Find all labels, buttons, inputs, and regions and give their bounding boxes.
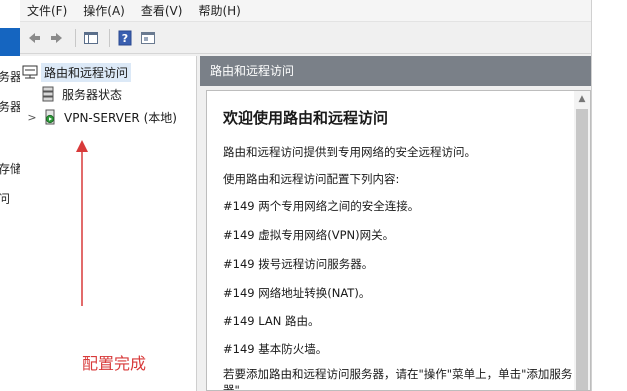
welcome-line: 使用路由和远程访问配置下列内容: <box>223 172 400 186</box>
background-text: 务器 <box>0 100 20 114</box>
scrollbar-thumb[interactable] <box>576 109 588 390</box>
welcome-line: #149 虚拟专用网络(VPN)网关。 <box>223 228 395 242</box>
tree-item-rras-root[interactable]: 路由和远程访问 <box>22 62 132 82</box>
properties-button[interactable] <box>138 28 158 48</box>
help-icon: ? <box>118 30 132 45</box>
console-tree: 路由和远程访问 服务器状态 > VPN-SERVER (本地) 配置完成 <box>20 56 197 391</box>
forward-button[interactable] <box>47 28 67 48</box>
welcome-line: 器"。 <box>223 383 252 391</box>
back-icon <box>29 32 40 43</box>
menu-help[interactable]: 帮助(H) <box>191 0 249 22</box>
details-header: 路由和远程访问 <box>200 56 591 86</box>
menu-action[interactable]: 操作(A) <box>76 0 134 22</box>
welcome-line: 路由和远程访问提供到专用网络的安全远程访问。 <box>223 145 476 159</box>
annotation-arrow <box>76 140 88 306</box>
tree-item-vpn-server[interactable]: > VPN-SERVER (本地) <box>26 107 180 127</box>
server-running-icon <box>45 109 55 125</box>
tree-item-server-status[interactable]: 服务器状态 <box>40 84 125 104</box>
back-button[interactable] <box>24 28 44 48</box>
rras-window: 文件(F) 操作(A) 查看(V) 帮助(H) ? 路由和远程访问 服务器状态 … <box>20 0 627 391</box>
background-window-edge <box>591 0 627 391</box>
properties-icon <box>141 31 155 44</box>
toolbar-separator <box>75 28 76 47</box>
annotation-text: 配置完成 <box>82 354 147 373</box>
forward-icon <box>51 32 62 43</box>
welcome-line: #149 拨号远程访问服务器。 <box>223 257 374 271</box>
menu-bar: 文件(F) 操作(A) 查看(V) 帮助(H) <box>20 0 591 22</box>
scroll-up-button[interactable]: ▲ <box>574 91 590 107</box>
background-accent-strip <box>0 28 20 56</box>
background-text: 存储 <box>0 162 20 176</box>
menu-view[interactable]: 查看(V) <box>134 0 192 22</box>
welcome-panel: 欢迎使用路由和远程访问 路由和远程访问提供到专用网络的安全远程访问。 使用路由和… <box>206 90 591 391</box>
welcome-line: 若要添加路由和远程访问服务器，请在"操作"菜单上，单击"添加服务 <box>223 367 573 381</box>
show-hide-tree-button[interactable] <box>81 28 101 48</box>
welcome-line: #149 LAN 路由。 <box>223 314 320 328</box>
welcome-line: #149 两个专用网络之间的安全连接。 <box>223 199 420 213</box>
welcome-title: 欢迎使用路由和远程访问 <box>223 109 389 127</box>
tree-item-label: 路由和远程访问 <box>41 62 132 82</box>
chevron-right-icon[interactable]: > <box>26 111 38 124</box>
routing-icon <box>22 65 38 79</box>
chevron-up-icon: ▲ <box>578 94 586 104</box>
welcome-line: #149 网络地址转换(NAT)。 <box>223 286 371 300</box>
tree-item-label: 服务器状态 <box>62 87 123 102</box>
background-text: 问 <box>0 192 11 206</box>
show-hide-tree-icon <box>84 31 98 44</box>
help-button[interactable]: ? <box>115 28 135 48</box>
background-text: 务器 <box>0 70 20 84</box>
server-status-icon <box>42 86 54 102</box>
menu-file[interactable]: 文件(F) <box>20 0 76 22</box>
svg-text:?: ? <box>122 32 128 45</box>
toolbar-separator <box>109 28 110 47</box>
welcome-line: #149 基本防火墙。 <box>223 342 328 356</box>
details-pane: 路由和远程访问 欢迎使用路由和远程访问 路由和远程访问提供到专用网络的安全远程访… <box>200 56 591 391</box>
toolbar: ? <box>20 22 591 54</box>
tree-item-label: VPN-SERVER (本地) <box>64 110 177 125</box>
background-window: 务器 务器 存储 问 <box>0 0 20 391</box>
